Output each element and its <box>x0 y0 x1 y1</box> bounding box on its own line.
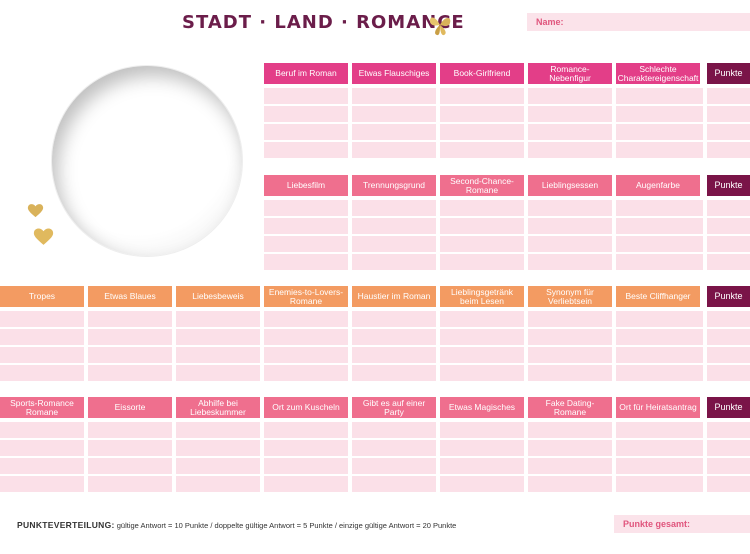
answer-row[interactable] <box>264 200 750 216</box>
column-divider <box>703 311 707 381</box>
page-title: STADT · LAND · ROMANCE <box>182 12 465 33</box>
column-divider <box>524 88 528 158</box>
answer-row[interactable] <box>0 329 750 345</box>
category-header: Book-Girlfriend <box>440 63 524 84</box>
answer-row[interactable] <box>264 142 750 158</box>
answer-row[interactable] <box>264 88 750 104</box>
column-divider <box>172 422 176 492</box>
scoring-rules-text: gültige Antwort = 10 Punkte / doppelte g… <box>114 521 457 530</box>
heart-icon <box>33 228 54 245</box>
category-header: Liebesfilm <box>264 175 348 196</box>
category-header: Tropes <box>0 286 84 307</box>
scoring-rules: PUNKTEVERTEILUNG: gültige Antwort = 10 P… <box>17 520 456 530</box>
category-header: Beste Cliffhanger <box>616 286 700 307</box>
category-header: Liebesbeweis <box>176 286 260 307</box>
answer-row[interactable] <box>264 218 750 234</box>
category-header: Lieblingsessen <box>528 175 612 196</box>
answer-row[interactable] <box>264 254 750 270</box>
category-header: Sports-Romance Romane <box>0 397 84 418</box>
category-header: Etwas Blaues <box>88 286 172 307</box>
column-divider <box>612 88 616 158</box>
column-divider <box>612 200 616 270</box>
column-divider <box>703 88 707 158</box>
column-divider <box>348 200 352 270</box>
points-header: Punkte <box>707 286 750 307</box>
category-header: Ort zum Kuscheln <box>264 397 348 418</box>
column-divider <box>436 311 440 381</box>
category-header: Second-Chance-Romane <box>440 175 524 196</box>
points-header: Punkte <box>707 397 750 418</box>
column-divider <box>524 200 528 270</box>
column-divider <box>260 422 264 492</box>
category-header: Fake Dating-Romane <box>528 397 612 418</box>
column-divider <box>348 88 352 158</box>
column-divider <box>84 311 88 381</box>
column-divider <box>348 311 352 381</box>
category-header: Ort für Heiratsantrag <box>616 397 700 418</box>
column-divider <box>703 200 707 270</box>
column-divider <box>436 200 440 270</box>
category-header: Schlechte Charaktereigenschaft <box>616 63 700 84</box>
column-divider <box>172 311 176 381</box>
category-header: Augenfarbe <box>616 175 700 196</box>
answer-row[interactable] <box>0 476 750 492</box>
portrait-photo-frame <box>52 66 242 256</box>
column-divider <box>260 311 264 381</box>
answer-row[interactable] <box>264 124 750 140</box>
category-header: Haustier im Roman <box>352 286 436 307</box>
name-field[interactable]: Name: <box>527 13 750 31</box>
column-divider <box>703 422 707 492</box>
category-header: Romance-Nebenfigur <box>528 63 612 84</box>
column-divider <box>524 311 528 381</box>
answer-row[interactable] <box>0 440 750 456</box>
answer-row[interactable] <box>264 236 750 252</box>
answer-row[interactable] <box>0 311 750 327</box>
category-header: Abhilfe bei Liebeskummer <box>176 397 260 418</box>
category-header: Synonym für Verliebtsein <box>528 286 612 307</box>
column-divider <box>436 422 440 492</box>
column-divider <box>436 88 440 158</box>
answer-row[interactable] <box>0 347 750 363</box>
answer-row[interactable] <box>0 365 750 381</box>
category-header: Etwas Flauschiges <box>352 63 436 84</box>
butterfly-icon <box>429 17 451 36</box>
column-divider <box>84 422 88 492</box>
answer-row[interactable] <box>0 422 750 438</box>
category-header: Etwas Magisches <box>440 397 524 418</box>
column-divider <box>348 422 352 492</box>
column-divider <box>612 422 616 492</box>
heart-icon <box>27 204 44 218</box>
category-header: Gibt es auf einer Party <box>352 397 436 418</box>
category-header: Beruf im Roman <box>264 63 348 84</box>
category-header: Trennungsgrund <box>352 175 436 196</box>
column-divider <box>612 311 616 381</box>
answer-row[interactable] <box>264 106 750 122</box>
category-header: Eissorte <box>88 397 172 418</box>
category-header: Enemies-to-Lovers-Romane <box>264 286 348 307</box>
total-points-field[interactable]: Punkte gesamt: <box>614 515 750 533</box>
points-header: Punkte <box>707 63 750 84</box>
column-divider <box>524 422 528 492</box>
scoring-rules-label: PUNKTEVERTEILUNG: <box>17 520 115 530</box>
points-header: Punkte <box>707 175 750 196</box>
answer-row[interactable] <box>0 458 750 474</box>
category-header: Lieblingsgetränk beim Lesen <box>440 286 524 307</box>
